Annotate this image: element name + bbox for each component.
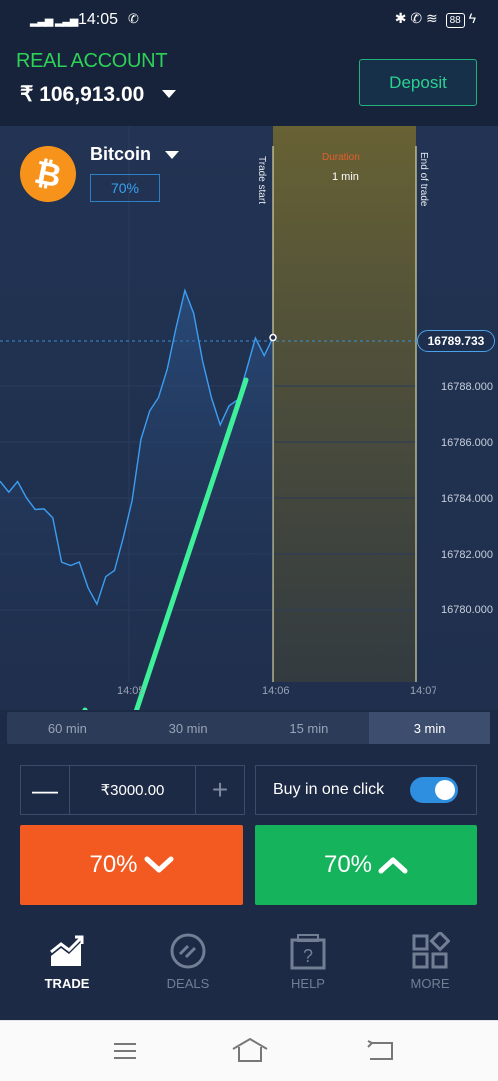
nav-help[interactable]: ? HELP <box>268 932 348 991</box>
status-time: 14:05 <box>78 11 119 28</box>
system-navigation-bar <box>0 1020 498 1081</box>
y-tick: 16782.000 <box>441 549 493 561</box>
buy-in-one-click-label: Buy in one click <box>273 781 385 798</box>
signal-icon: ▂▃▅ <box>30 15 53 27</box>
timeframe-30-min[interactable]: 30 min <box>128 712 249 744</box>
current-price-tag: 16789.733 <box>417 330 495 352</box>
back-icon[interactable] <box>366 1039 394 1061</box>
chevron-down-icon <box>144 856 174 873</box>
timeframe-3-min[interactable]: 3 min <box>369 712 490 744</box>
timeframe-selector: 60 min 30 min 15 min 3 min <box>7 712 490 744</box>
x-tick: 14:06 <box>262 685 290 697</box>
duration-label: Duration <box>322 152 360 163</box>
chevron-down-icon[interactable] <box>162 90 176 98</box>
account-type[interactable]: REAL ACCOUNT <box>16 50 168 73</box>
nav-more-label: MORE <box>410 976 450 991</box>
buy-in-one-click-panel: Buy in one click <box>255 765 477 815</box>
nav-more[interactable]: MORE <box>390 930 470 991</box>
svg-text:?: ? <box>303 946 313 966</box>
bluetooth-icon: ✱ <box>394 10 407 26</box>
decrease-amount-button[interactable]: — <box>21 766 70 814</box>
charging-icon: ϟ <box>468 10 476 26</box>
end-of-trade-label: End of trade <box>418 152 429 207</box>
y-tick: 16786.000 <box>441 437 493 449</box>
deals-icon <box>170 933 206 969</box>
trade-duration-zone <box>273 126 416 682</box>
home-icon[interactable] <box>231 1037 269 1063</box>
chevron-up-icon <box>378 857 408 874</box>
price-area-fill <box>0 290 273 682</box>
y-tick: 16784.000 <box>441 493 493 505</box>
bottom-navigation: TRADE DEALS ? HELP MORE <box>0 920 498 1020</box>
deposit-button[interactable]: Deposit <box>359 59 477 106</box>
status-right-icons: ✱ ✆ ≋ 88 ϟ <box>395 10 476 28</box>
signal-icon-2: ▂▃▅ <box>55 15 78 27</box>
buy-in-one-click-toggle[interactable] <box>410 777 458 803</box>
nav-trade[interactable]: TRADE <box>27 932 107 991</box>
call-icon: ✆ <box>410 10 423 26</box>
battery-icon: 88 <box>445 13 465 28</box>
increase-amount-button[interactable]: + <box>195 766 244 814</box>
timeframe-60-min[interactable]: 60 min <box>7 712 128 744</box>
y-tick: 16788.000 <box>441 381 493 393</box>
nav-deals-label: DEALS <box>166 976 210 991</box>
amount-stepper: — ₹3000.00 + <box>20 765 245 815</box>
whatsapp-icon: ✆ <box>128 11 139 26</box>
x-tick: 14:07 <box>410 685 436 697</box>
duration-value: 1 min <box>332 171 359 183</box>
nav-help-label: HELP <box>291 976 325 991</box>
toggle-knob <box>435 780 455 800</box>
trade-up-button[interactable]: 70% <box>255 825 477 905</box>
account-header: REAL ACCOUNT ₹ 106,913.00 Deposit <box>0 40 498 126</box>
menu-icon[interactable] <box>112 1041 138 1061</box>
chart-trend-icon <box>50 935 84 966</box>
timeframe-15-min[interactable]: 15 min <box>249 712 370 744</box>
x-tick: 14:05 <box>117 685 143 697</box>
trade-start-label: Trade start <box>256 156 267 204</box>
asset-payout-badge: 70% <box>90 174 160 202</box>
down-payout-label: 70% <box>89 851 138 878</box>
nav-trade-label: TRADE <box>44 976 90 991</box>
current-price-dot <box>269 333 277 342</box>
status-bar: ▂▃▅ ▂▃▅ 14:05 ✆ ✱ ✆ ≋ 88 ϟ <box>0 0 498 40</box>
grid-icon <box>412 930 451 969</box>
chart-canvas[interactable] <box>0 126 498 710</box>
asset-name[interactable]: Bitcoin <box>90 144 151 165</box>
trade-down-button[interactable]: 70% <box>20 825 243 905</box>
chevron-down-icon[interactable] <box>165 151 179 159</box>
nav-deals[interactable]: DEALS <box>148 932 228 991</box>
account-balance[interactable]: ₹ 106,913.00 <box>20 82 144 107</box>
wifi-icon: ≋ <box>425 10 438 26</box>
help-icon: ? <box>290 934 326 970</box>
amount-input[interactable]: ₹3000.00 <box>70 766 195 814</box>
up-payout-label: 70% <box>323 851 373 878</box>
y-tick: 16780.000 <box>441 604 493 616</box>
